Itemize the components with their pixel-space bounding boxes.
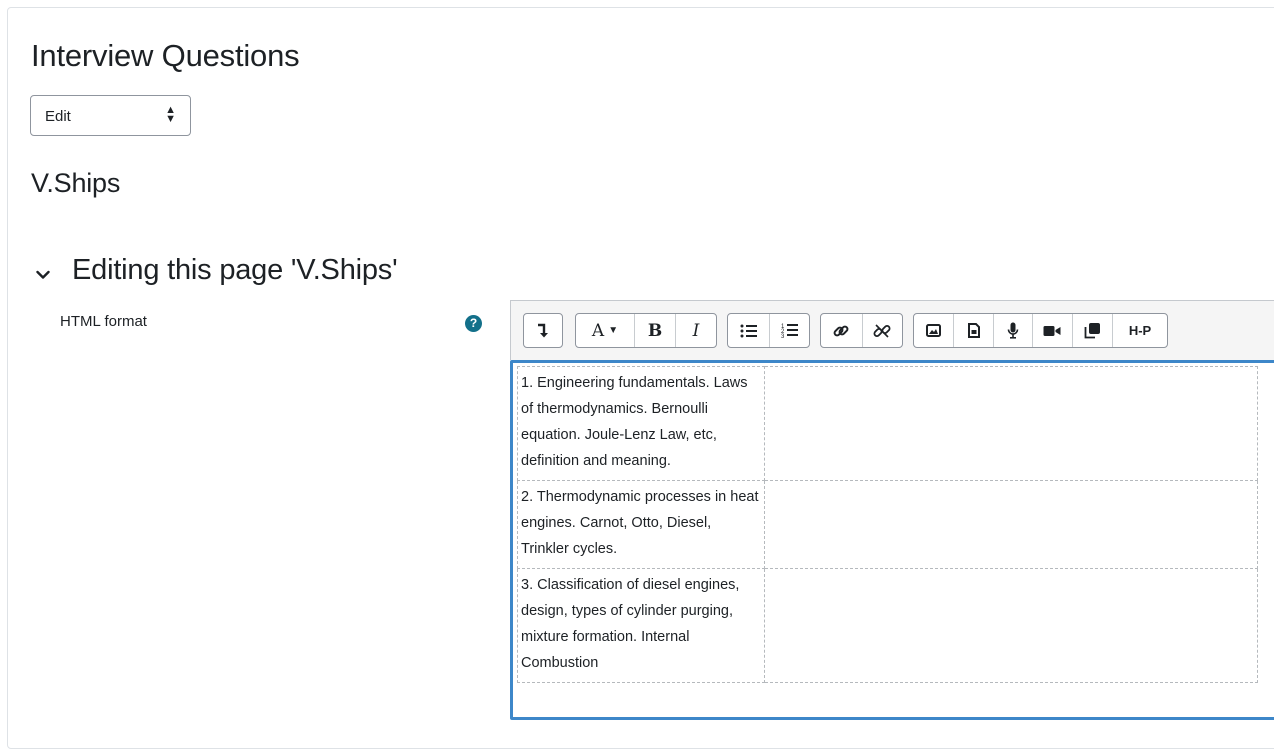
- questions-table: 1. Engineering fundamentals. Laws of the…: [517, 366, 1258, 683]
- mode-select-value: Edit: [45, 108, 71, 125]
- page-title: Interview Questions: [31, 38, 300, 73]
- editor-toolbar: A ▼ B I 123 H-P: [510, 300, 1274, 360]
- html-editor: A ▼ B I 123 H-P 1. Engineering fundament…: [510, 300, 1274, 720]
- chevron-down-icon[interactable]: [36, 255, 58, 288]
- paragraph-styles-button[interactable]: A ▼: [576, 314, 635, 347]
- table-row: 3. Classification of diesel engines, des…: [517, 568, 1258, 683]
- sort-arrows-icon: ▲ ▼: [165, 104, 176, 125]
- manage-files-button[interactable]: [1073, 314, 1114, 347]
- ordered-list-icon: 123: [781, 323, 798, 338]
- ordered-list-button[interactable]: 123: [770, 314, 810, 347]
- unordered-list-button[interactable]: [728, 314, 770, 347]
- svg-text:3: 3: [781, 334, 785, 338]
- record-video-button[interactable]: [1033, 314, 1073, 347]
- microphone-icon: [1007, 322, 1019, 339]
- question-circle-icon[interactable]: ?: [465, 315, 482, 332]
- unordered-list-icon: [740, 324, 757, 338]
- link-button[interactable]: [821, 314, 863, 347]
- toolbar-group-media: H-P: [913, 313, 1168, 348]
- media-button[interactable]: [954, 314, 995, 347]
- format-label: HTML format: [60, 313, 147, 330]
- table-row: 2. Thermodynamic processes in heat engin…: [517, 480, 1258, 569]
- table-cell-question[interactable]: 3. Classification of diesel engines, des…: [517, 568, 765, 683]
- editor-content-area[interactable]: 1. Engineering fundamentals. Laws of the…: [510, 360, 1274, 720]
- section-title: Editing this page 'V.Ships': [72, 254, 398, 286]
- unlink-icon: [873, 322, 891, 340]
- table-cell-answer[interactable]: [764, 366, 1258, 481]
- image-button[interactable]: [914, 314, 955, 347]
- bold-button[interactable]: B: [635, 314, 676, 347]
- copy-files-icon: [1084, 322, 1101, 339]
- table-row: 1. Engineering fundamentals. Laws of the…: [517, 366, 1258, 481]
- toggle-toolbar-button[interactable]: [524, 314, 562, 347]
- toolbar-group-links: [820, 313, 903, 348]
- toolbar-group-lists: 123: [727, 313, 810, 348]
- table-cell-question[interactable]: 2. Thermodynamic processes in heat engin…: [517, 480, 765, 569]
- unlink-button[interactable]: [863, 314, 903, 347]
- mode-select[interactable]: Edit ▲ ▼: [30, 95, 191, 136]
- record-audio-button[interactable]: [994, 314, 1033, 347]
- file-icon: [967, 323, 980, 338]
- editing-section-header[interactable]: Editing this page 'V.Ships': [36, 254, 398, 288]
- arrow-down-turn-icon: [536, 323, 550, 339]
- bold-icon: B: [647, 320, 663, 341]
- table-cell-answer[interactable]: [764, 480, 1258, 569]
- h5p-button[interactable]: H-P: [1113, 314, 1167, 347]
- page-subheading: V.Ships: [31, 168, 121, 198]
- table-cell-question[interactable]: 1. Engineering fundamentals. Laws of the…: [517, 366, 765, 481]
- caret-down-icon: ▼: [608, 325, 619, 336]
- image-icon: [926, 324, 942, 337]
- video-camera-icon: [1043, 325, 1061, 337]
- toolbar-group-toggle: [523, 313, 563, 348]
- table-cell-answer[interactable]: [764, 568, 1258, 683]
- link-icon: [832, 322, 850, 340]
- h5p-icon: H-P: [1128, 323, 1152, 338]
- italic-button[interactable]: I: [676, 314, 716, 347]
- italic-icon: I: [692, 320, 700, 341]
- toolbar-group-style: A ▼ B I: [575, 313, 717, 348]
- font-style-icon: A: [591, 320, 605, 341]
